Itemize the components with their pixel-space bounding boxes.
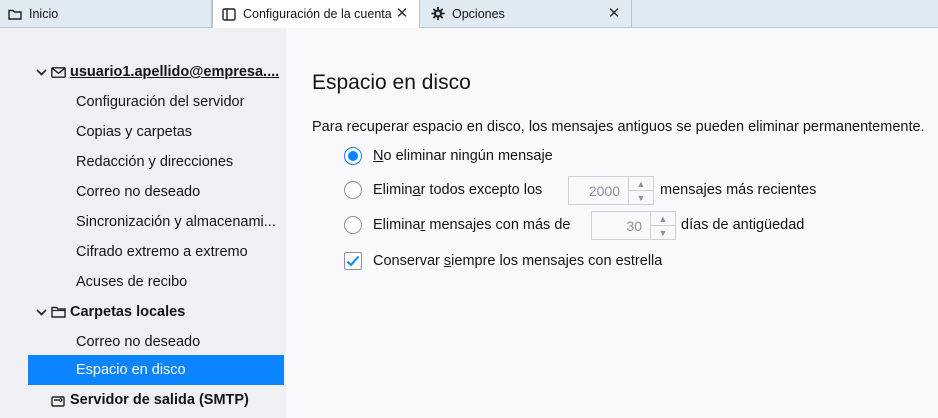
sidebar-item-label: Espacio en disco bbox=[76, 362, 186, 378]
sidebar-item-junk[interactable]: Correo no deseado bbox=[28, 177, 284, 207]
sidebar-item-local-junk[interactable]: Correo no deseado bbox=[28, 327, 284, 357]
days-suffix: días de antigüedad bbox=[681, 217, 805, 233]
sidebar-item-label: Redacción y direcciones bbox=[76, 154, 234, 170]
tab-label: Opciones bbox=[452, 6, 505, 21]
account-name: usuario1.apellido@empresa.... bbox=[70, 64, 280, 80]
sidebar-item-label: Carpetas locales bbox=[70, 304, 186, 320]
folder-icon bbox=[8, 7, 22, 21]
folder-icon bbox=[50, 306, 66, 318]
keep-count-suffix: mensajes más recientes bbox=[660, 182, 817, 198]
tab-label: Inicio bbox=[29, 6, 59, 21]
gear-icon bbox=[431, 6, 445, 21]
disk-space-panel: Espacio en disco Para recuperar espacio … bbox=[286, 28, 938, 418]
days-stepper[interactable]: 30 ▲ ▼ bbox=[591, 211, 676, 240]
sidebar-item-sync[interactable]: Sincronización y almacenami... bbox=[28, 207, 284, 237]
sidebar-item-label: Acuses de recibo bbox=[76, 274, 188, 290]
sidebar-item-receipts[interactable]: Acuses de recibo bbox=[28, 267, 284, 297]
sidebar-item-copies-folders[interactable]: Copias y carpetas bbox=[28, 117, 284, 147]
stepper-value: 30 bbox=[626, 217, 642, 234]
checkbox-keep-starred[interactable]: Conservar siempre los mensajes con estre… bbox=[344, 249, 662, 273]
radio-delete-older[interactable]: Eliminar mensajes con más de bbox=[344, 213, 570, 237]
sidebar-item-composition[interactable]: Redacción y direcciones bbox=[28, 147, 284, 177]
sidebar-item-server-settings[interactable]: Configuración del servidor bbox=[28, 87, 284, 117]
spin-down-icon[interactable]: ▼ bbox=[629, 190, 653, 204]
close-icon[interactable]: ✕ bbox=[395, 5, 409, 22]
option-label: Eliminar mensajes con más de bbox=[373, 217, 571, 233]
sidebar-item-account[interactable]: usuario1.apellido@empresa.... bbox=[28, 57, 284, 87]
stepper-value: 2000 bbox=[588, 182, 620, 199]
radio-button[interactable] bbox=[344, 181, 362, 199]
radio-button-selected[interactable] bbox=[344, 147, 362, 165]
close-icon[interactable]: ✕ bbox=[607, 5, 621, 22]
tab-label: Configuración de la cuenta bbox=[243, 7, 392, 21]
radio-button[interactable] bbox=[344, 216, 362, 234]
tab-account-settings[interactable]: Configuración de la cuenta ✕ bbox=[212, 0, 420, 28]
description-text: Para recuperar espacio en disco, los men… bbox=[312, 119, 925, 135]
radio-no-delete[interactable]: No eliminar ningún mensaje bbox=[344, 144, 553, 168]
sidebar-item-disk-space[interactable]: Espacio en disco bbox=[28, 355, 284, 385]
sidebar-item-label: Correo no deseado bbox=[76, 184, 201, 200]
outgoing-server-icon bbox=[50, 394, 66, 407]
sidebar-item-label: Cifrado extremo a extremo bbox=[76, 244, 248, 260]
checkbox-label: Conservar siempre los mensajes con estre… bbox=[373, 253, 663, 269]
sidebar-item-label: Configuración del servidor bbox=[76, 94, 245, 110]
radio-keep-recent[interactable]: Eliminar todos excepto los bbox=[344, 178, 542, 202]
chevron-down-icon[interactable] bbox=[34, 68, 48, 76]
tab-opciones[interactable]: Opciones ✕ bbox=[420, 0, 632, 27]
page-title: Espacio en disco bbox=[312, 71, 471, 94]
sidebar-item-label: Copias y carpetas bbox=[76, 124, 193, 140]
sidebar-item-local-folders[interactable]: Carpetas locales bbox=[28, 297, 284, 327]
option-label: No eliminar ningún mensaje bbox=[373, 148, 553, 164]
spin-up-icon[interactable]: ▲ bbox=[629, 177, 653, 190]
account-tree-sidebar: usuario1.apellido@empresa.... Configurac… bbox=[0, 28, 286, 418]
tab-bar: Inicio Configuración de la cuenta ✕ Opci… bbox=[0, 0, 938, 28]
spin-down-icon[interactable]: ▼ bbox=[651, 225, 675, 239]
option-label: Eliminar todos excepto los bbox=[373, 182, 543, 198]
tab-inicio[interactable]: Inicio bbox=[0, 0, 212, 27]
sidebar-item-smtp[interactable]: Servidor de salida (SMTP) bbox=[28, 385, 284, 415]
sidebar-item-e2e[interactable]: Cifrado extremo a extremo bbox=[28, 237, 284, 267]
sidebar-item-label: Servidor de salida (SMTP) bbox=[70, 392, 249, 408]
account-settings-icon bbox=[222, 7, 236, 21]
checkbox-checked[interactable] bbox=[344, 252, 362, 270]
keep-count-stepper[interactable]: 2000 ▲ ▼ bbox=[568, 176, 654, 205]
sidebar-item-label: Correo no deseado bbox=[76, 334, 201, 350]
spin-up-icon[interactable]: ▲ bbox=[651, 212, 675, 225]
sidebar-item-label: Sincronización y almacenami... bbox=[76, 214, 276, 230]
checkmark-icon bbox=[346, 255, 360, 267]
chevron-down-icon[interactable] bbox=[34, 308, 48, 316]
envelope-icon bbox=[50, 66, 66, 78]
